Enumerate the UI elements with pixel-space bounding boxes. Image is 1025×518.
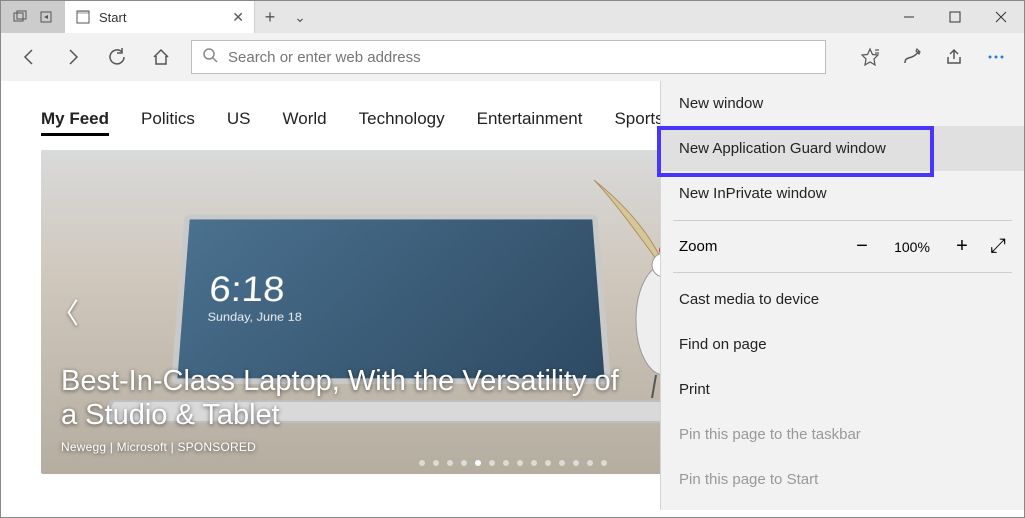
feed-nav-item[interactable]: Entertainment bbox=[477, 109, 583, 136]
hero-caption: Best-In-Class Laptop, With the Versatili… bbox=[61, 365, 621, 454]
carousel-dot[interactable] bbox=[559, 460, 565, 466]
hero-clock-date: Sunday, June 18 bbox=[207, 310, 600, 324]
set-aside-tabs-icon[interactable] bbox=[33, 1, 59, 33]
feed-nav-item[interactable]: US bbox=[227, 109, 251, 136]
feed-nav-item[interactable]: Sports bbox=[614, 109, 663, 136]
hero-headline: Best-In-Class Laptop, With the Versatili… bbox=[61, 365, 621, 432]
hero-subline: Newegg | Microsoft | SPONSORED bbox=[61, 440, 621, 454]
new-tab-area: + ⌄ bbox=[255, 1, 315, 33]
new-tab-button[interactable]: + bbox=[255, 7, 285, 28]
address-input[interactable] bbox=[228, 49, 815, 66]
carousel-dot[interactable] bbox=[489, 460, 495, 466]
menu-separator bbox=[673, 220, 1012, 221]
maximize-button[interactable] bbox=[932, 1, 978, 33]
tab-favicon-icon bbox=[75, 9, 91, 25]
feed-nav-item[interactable]: World bbox=[283, 109, 327, 136]
menu-find[interactable]: Find on page bbox=[661, 322, 1024, 367]
feed-nav-item[interactable]: My Feed bbox=[41, 109, 109, 136]
hero-clock-time: 6:18 bbox=[208, 270, 599, 310]
zoom-value: 100% bbox=[890, 239, 934, 255]
favorites-button[interactable] bbox=[850, 37, 890, 77]
notes-button[interactable] bbox=[892, 37, 932, 77]
tab-menu-chevron-icon[interactable]: ⌄ bbox=[285, 9, 315, 26]
settings-more-button[interactable] bbox=[976, 37, 1016, 77]
browser-tab[interactable]: Start ✕ bbox=[65, 1, 255, 33]
carousel-dots[interactable] bbox=[419, 460, 607, 466]
close-window-button[interactable] bbox=[978, 1, 1024, 33]
carousel-dot[interactable] bbox=[517, 460, 523, 466]
title-bar: Start ✕ + ⌄ bbox=[1, 1, 1024, 33]
search-icon bbox=[202, 47, 218, 68]
menu-new-inprivate[interactable]: New InPrivate window bbox=[661, 171, 1024, 216]
fullscreen-button[interactable]: ⤢ bbox=[990, 235, 1006, 258]
forward-button[interactable] bbox=[53, 37, 93, 77]
tab-title: Start bbox=[99, 10, 224, 25]
zoom-label: Zoom bbox=[679, 238, 834, 255]
tab-preview-icon[interactable] bbox=[7, 1, 33, 33]
menu-new-window[interactable]: New window bbox=[661, 81, 1024, 126]
menu-zoom-row: Zoom − 100% + ⤢ bbox=[661, 225, 1024, 268]
carousel-dot[interactable] bbox=[503, 460, 509, 466]
carousel-dot[interactable] bbox=[545, 460, 551, 466]
menu-pin-start: Pin this page to Start bbox=[661, 457, 1024, 502]
carousel-dot[interactable] bbox=[433, 460, 439, 466]
menu-new-appguard[interactable]: New Application Guard window bbox=[661, 126, 1024, 171]
zoom-in-button[interactable]: + bbox=[948, 235, 976, 258]
toolbar bbox=[1, 33, 1024, 81]
minimize-button[interactable] bbox=[886, 1, 932, 33]
carousel-dot[interactable] bbox=[475, 460, 481, 466]
share-button[interactable] bbox=[934, 37, 974, 77]
back-button[interactable] bbox=[9, 37, 49, 77]
menu-separator bbox=[673, 272, 1012, 273]
carousel-dot[interactable] bbox=[601, 460, 607, 466]
carousel-prev-button[interactable]: 〈 bbox=[47, 288, 83, 336]
tab-actions-group bbox=[1, 1, 65, 33]
carousel-dot[interactable] bbox=[587, 460, 593, 466]
carousel-dot[interactable] bbox=[573, 460, 579, 466]
feed-nav-item[interactable]: Politics bbox=[141, 109, 195, 136]
carousel-dot[interactable] bbox=[447, 460, 453, 466]
settings-menu: New window New Application Guard window … bbox=[660, 81, 1024, 510]
window-controls bbox=[886, 1, 1024, 33]
menu-print[interactable]: Print bbox=[661, 367, 1024, 412]
carousel-dot[interactable] bbox=[531, 460, 537, 466]
zoom-out-button[interactable]: − bbox=[848, 235, 876, 258]
carousel-dot[interactable] bbox=[461, 460, 467, 466]
carousel-dot[interactable] bbox=[419, 460, 425, 466]
address-bar[interactable] bbox=[191, 40, 826, 74]
menu-pin-taskbar: Pin this page to the taskbar bbox=[661, 412, 1024, 457]
home-button[interactable] bbox=[141, 37, 181, 77]
refresh-button[interactable] bbox=[97, 37, 137, 77]
feed-nav-item[interactable]: Technology bbox=[359, 109, 445, 136]
menu-cast[interactable]: Cast media to device bbox=[661, 277, 1024, 322]
close-tab-button[interactable]: ✕ bbox=[232, 9, 244, 26]
